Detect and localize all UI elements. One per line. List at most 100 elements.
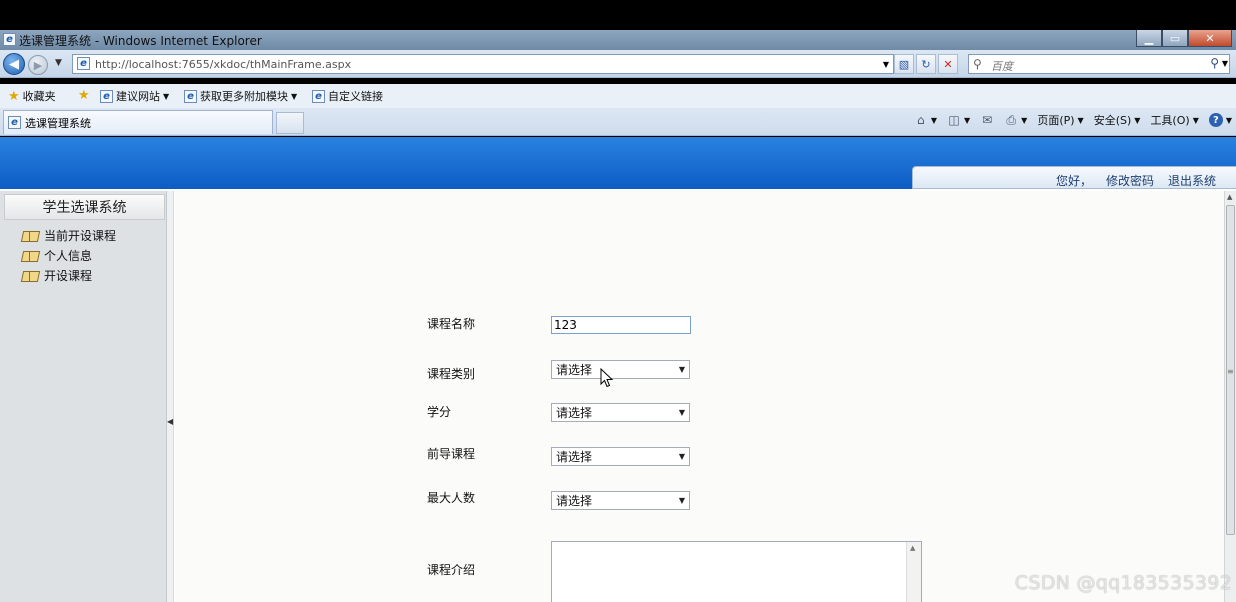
sidebar-item-current-courses[interactable]: 当前开设课程 [22, 227, 116, 244]
prereq-select[interactable]: 请选择 ▼ [551, 447, 690, 466]
max-people-value: 请选择 [556, 494, 593, 508]
star-icon: ★ [8, 88, 20, 104]
prereq-value: 请选择 [556, 450, 593, 464]
course-name-input[interactable] [551, 316, 691, 334]
rss-icon: ◫ [948, 113, 960, 127]
intro-textarea[interactable] [551, 541, 922, 602]
tools-menu-label: 工具(O) [1150, 114, 1190, 127]
max-people-label: 最大人数 [427, 491, 476, 505]
mouse-cursor-icon [600, 368, 614, 388]
arrow-left-icon: ◀ [9, 56, 19, 72]
feeds-button[interactable]: ◫ ▼ [947, 113, 970, 127]
ie-page-icon: e [184, 89, 197, 103]
sidebar-item-label: 当前开设课程 [44, 229, 117, 243]
sidebar-item-personal-info[interactable]: 个人信息 [22, 247, 92, 264]
mail-icon: ✉ [982, 113, 993, 127]
get-addons-link[interactable]: e 获取更多附加模块 ▼ [184, 88, 297, 104]
credit-select[interactable]: 请选择 ▼ [551, 403, 690, 422]
intro-label: 课程介绍 [427, 563, 476, 577]
chevron-down-icon: ▼ [1021, 115, 1028, 125]
chevron-down-icon: ▼ [291, 91, 298, 101]
safety-menu[interactable]: 安全(S) ▼ [1094, 112, 1141, 128]
back-button[interactable]: ◀ [3, 53, 25, 75]
chevron-down-icon: ▼ [1192, 115, 1199, 125]
page-menu[interactable]: 页面(P) ▼ [1037, 112, 1083, 128]
chevron-down-icon: ▼ [1225, 115, 1232, 125]
chevron-down-icon: ▼ [678, 452, 685, 461]
tab-bar: e 选课管理系统 ⌂ ▼ ◫ ▼ ✉ ⎙ ▼ 页面(P) ▼ 安全(S) ▼ 工具(O) ▼… [0, 108, 1236, 136]
prereq-label: 前导课程 [427, 447, 476, 461]
suggested-sites-label: 建议网站 [116, 90, 160, 103]
chevron-down-icon: ▼ [678, 408, 685, 417]
tab-active[interactable]: e 选课管理系统 [3, 110, 273, 134]
page-scrollbar[interactable]: ▲ ≡ [1224, 191, 1236, 602]
address-dropdown-icon[interactable]: ▼ [880, 54, 892, 74]
custom-links-link[interactable]: e 自定义链接 [312, 88, 383, 104]
search-dropdown-icon[interactable]: ▼ [1222, 59, 1228, 68]
suggested-sites-link[interactable]: e 建议网站 ▼ [100, 88, 169, 104]
favorites-button[interactable]: ★ 收藏夹 [8, 88, 56, 104]
textarea-scrollbar[interactable] [906, 542, 921, 602]
stop-icon[interactable]: ✕ [938, 54, 958, 74]
course-type-label: 课程类别 [427, 367, 476, 381]
sidebar-item-label: 个人信息 [44, 249, 93, 263]
search-provider-icon: ⚲ [973, 57, 982, 71]
change-password-link[interactable]: 修改密码 [1106, 172, 1154, 189]
custom-links-label: 自定义链接 [328, 90, 383, 103]
get-addons-label: 获取更多附加模块 [200, 90, 288, 103]
ie-logo-icon: e [3, 33, 16, 46]
credit-value: 请选择 [556, 406, 593, 420]
sidebar-splitter[interactable]: ◀ [167, 191, 174, 602]
sidebar-item-open-course[interactable]: 开设课程 [22, 267, 92, 284]
print-icon: ⎙ [1006, 112, 1016, 127]
watermark: CSDN @qq183535392 [1014, 572, 1232, 594]
sidebar: 学生选课系统 当前开设课程 个人信息 开设课程 [0, 191, 167, 602]
search-icon[interactable]: ⚲ [1210, 56, 1219, 70]
logout-link[interactable]: 退出系统 [1168, 172, 1216, 189]
sidebar-title: 学生选课系统 [4, 194, 165, 220]
book-icon [22, 230, 38, 241]
course-name-label: 课程名称 [427, 317, 476, 331]
mail-button[interactable]: ✉ [980, 113, 994, 127]
chevron-down-icon: ▼ [163, 91, 170, 101]
close-button[interactable]: ✕ [1188, 30, 1232, 47]
chevron-down-icon: ▼ [930, 115, 938, 125]
chevron-down-icon: ▼ [678, 365, 685, 374]
collapse-arrow-icon[interactable]: ◀ [167, 417, 173, 426]
safety-menu-label: 安全(S) [1093, 114, 1132, 127]
history-dropdown-icon[interactable]: ▼ [55, 58, 62, 68]
sidebar-item-label: 开设课程 [44, 269, 93, 283]
max-people-select[interactable]: 请选择 ▼ [551, 491, 690, 510]
minimize-button[interactable]: ▁ [1136, 30, 1162, 47]
course-type-select[interactable]: 请选择 ▼ [551, 360, 690, 379]
add-favorite-icon: ★ [78, 88, 90, 103]
search-box[interactable]: ⚲ 百度 ⚲ ▼ [968, 54, 1230, 74]
scroll-up-icon[interactable]: ▲ [1227, 193, 1232, 201]
user-bar: 您好， 修改密码 退出系统 [912, 166, 1236, 189]
help-menu[interactable]: ? ▼ [1208, 113, 1232, 127]
chevron-down-icon: ▼ [678, 496, 685, 505]
page-menu-label: 页面(P) [1037, 114, 1075, 127]
course-type-value: 请选择 [556, 363, 593, 377]
tools-menu[interactable]: 工具(O) ▼ [1150, 112, 1198, 128]
page-viewport: 您好， 修改密码 退出系统 学生选课系统 当前开设课程 个人信息 开设课程 ◀ … [0, 137, 1236, 602]
page-icon: e [77, 57, 90, 70]
help-icon: ? [1208, 113, 1223, 127]
forward-button[interactable]: ▶ [28, 55, 48, 75]
credit-label: 学分 [427, 405, 452, 419]
ie-page-icon: e [8, 116, 21, 129]
ie-page-icon: e [100, 89, 113, 103]
new-tab-button[interactable] [276, 112, 304, 134]
search-input[interactable]: 百度 [991, 58, 1013, 74]
address-bar[interactable]: e http://localhost:7655/xkdoc/thMainFram… [72, 54, 894, 74]
refresh-icon[interactable]: ↻ [916, 54, 936, 74]
add-favorite-button[interactable]: ★ [78, 88, 90, 103]
maximize-button[interactable]: ▭ [1162, 30, 1188, 47]
compatibility-icon[interactable]: ▧ [894, 54, 914, 74]
command-bar: ⌂ ▼ ◫ ▼ ✉ ⎙ ▼ 页面(P) ▼ 安全(S) ▼ 工具(O) ▼ ? ▼ [914, 112, 1232, 128]
home-button[interactable]: ⌂ ▼ [914, 113, 937, 127]
address-url: http://localhost:7655/xkdoc/thMainFrame.… [95, 58, 352, 71]
chevron-down-icon: ▼ [1077, 115, 1084, 125]
window-title: 选课管理系统 - Windows Internet Explorer [19, 34, 262, 48]
print-button[interactable]: ⎙ ▼ [1004, 113, 1027, 127]
